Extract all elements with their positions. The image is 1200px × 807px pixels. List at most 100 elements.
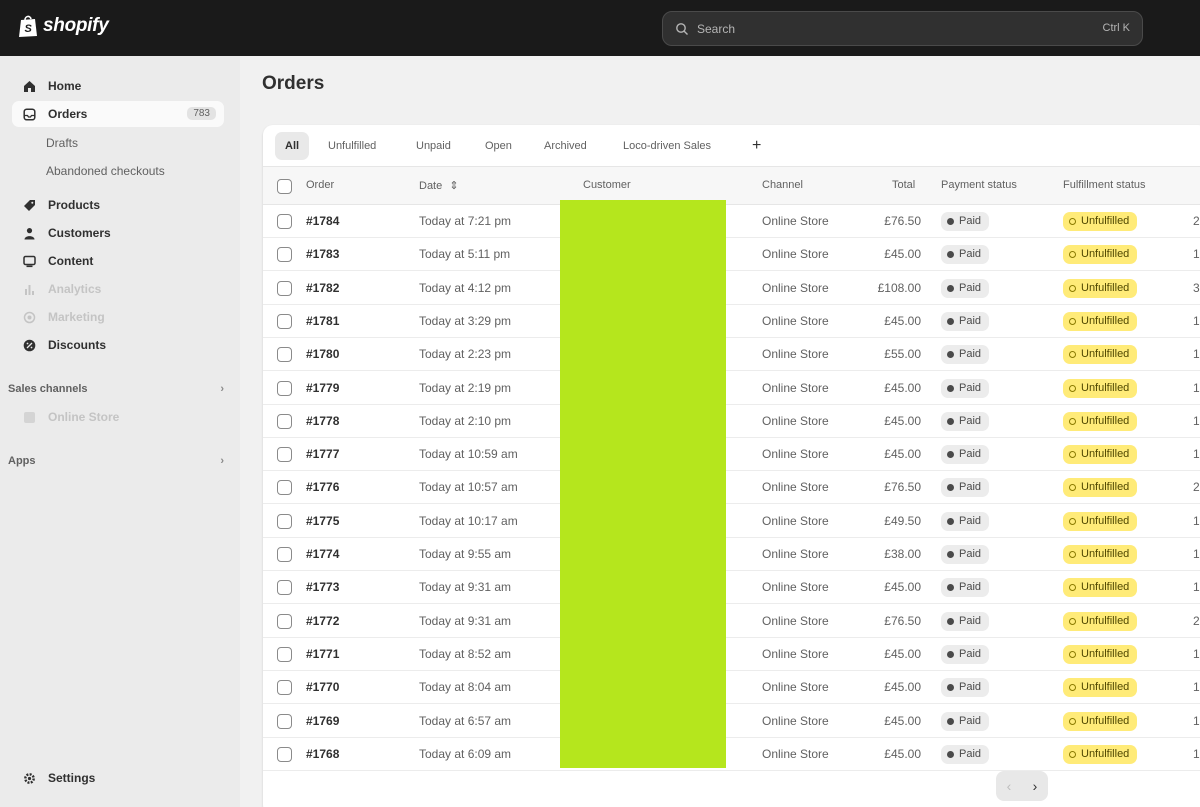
tab-unpaid[interactable]: Unpaid [406,132,461,160]
sidebar-item-settings[interactable]: Settings [12,765,224,791]
table-row[interactable]: #1783 Today at 5:11 pm Online Store £45.00 P… [263,238,1200,272]
sidebar-item-online-store[interactable]: Online Store [12,404,224,430]
sidebar-item-content[interactable]: Content [12,248,224,274]
order-number[interactable]: #1784 [306,214,339,228]
order-items-count: 1 [1193,646,1200,661]
tab-unfulfilled[interactable]: Unfulfilled [318,132,386,160]
row-checkbox[interactable] [277,480,292,496]
table-row[interactable]: #1780 Today at 2:23 pm Online Store £55.00 P… [263,338,1200,372]
row-checkbox[interactable] [277,547,292,562]
order-number[interactable]: #1782 [306,281,339,295]
previous-page-button[interactable]: ‹ [996,771,1022,801]
row-checkbox[interactable] [277,580,292,596]
row-checkbox[interactable] [277,347,292,363]
row-checkbox[interactable] [277,447,292,463]
order-number[interactable]: #1781 [306,314,339,328]
row-checkbox[interactable] [277,646,292,662]
sidebar-item-products[interactable]: Products [12,192,224,218]
row-checkbox[interactable] [277,313,292,329]
sales-channels-label: Sales channels [8,383,88,395]
table-row[interactable]: #1769 Today at 6:57 am Online Store £45.00 P… [263,705,1200,738]
table-row[interactable]: #1770 Today at 8:04 am Online Store £45.00 P… [263,671,1200,705]
order-number[interactable]: #1772 [306,614,339,628]
column-header-customer[interactable]: Customer [583,179,631,191]
sidebar-item-discounts[interactable]: Discounts [12,332,224,358]
row-checkbox[interactable] [277,214,292,229]
sidebar-item-orders[interactable]: Orders 783 [12,101,224,127]
column-header-channel[interactable]: Channel [762,179,803,191]
row-checkbox[interactable] [277,746,292,762]
row-checkbox[interactable] [277,613,292,629]
row-checkbox[interactable] [277,413,292,429]
select-all-checkbox[interactable] [277,179,292,194]
order-number[interactable]: #1771 [306,647,339,661]
row-checkbox[interactable] [277,280,292,296]
row-checkbox[interactable] [277,380,292,396]
table-row[interactable]: #1775 Today at 10:17 am Online Store £49.50… [263,505,1200,538]
order-number[interactable]: #1779 [306,381,339,395]
table-row[interactable]: #1776 Today at 10:57 am Online Store £76.50… [263,471,1200,505]
order-number[interactable]: #1769 [306,714,339,728]
sidebar-item-customers[interactable]: Customers [12,220,224,246]
sidebar-item-analytics[interactable]: Analytics [12,276,224,302]
status-dot-icon [947,650,954,658]
row-checkbox[interactable] [277,247,292,263]
order-number[interactable]: #1768 [306,747,339,761]
order-number[interactable]: #1774 [306,547,339,561]
next-page-button[interactable]: › [1022,771,1048,801]
sidebar-subitem-drafts[interactable]: Drafts [46,136,78,150]
apps-section[interactable]: Apps › [8,455,224,467]
row-checkbox[interactable] [277,680,292,696]
table-row[interactable]: #1772 Today at 9:31 am Online Store £76.50 P… [263,605,1200,638]
table-row[interactable]: #1768 Today at 6:09 am Online Store £45.00 P… [263,738,1200,771]
order-number[interactable]: #1780 [306,347,339,361]
status-dot-icon [947,584,954,592]
tab-archived[interactable]: Archived [534,132,597,160]
search-bar[interactable]: Search Ctrl K [662,11,1143,46]
order-date: Today at 9:31 am [419,580,512,595]
sidebar-subitem-abandoned-checkouts[interactable]: Abandoned checkouts [46,164,165,178]
order-number[interactable]: #1773 [306,580,339,594]
column-header-fulfillment-status[interactable]: Fulfillment status [1063,179,1146,191]
order-number[interactable]: #1783 [306,247,339,261]
table-row[interactable]: #1777 Today at 10:59 am Online Store £45.00… [263,438,1200,472]
order-items-count: 1 [1193,746,1200,761]
table-row[interactable]: #1778 Today at 2:10 pm Online Store £45.00 P… [263,405,1200,438]
table-row[interactable]: #1771 Today at 8:52 am Online Store £45.00 P… [263,638,1200,671]
tab-all[interactable]: All [275,132,310,160]
shopify-logo[interactable]: S shopify [18,14,109,38]
payment-status-badge: Paid [941,644,990,664]
order-total: £45.00 [884,313,921,328]
order-number[interactable]: #1777 [306,447,339,461]
table-row[interactable]: #1779 Today at 2:19 pm Online Store £45.00 P… [263,372,1200,405]
table-row[interactable]: #1774 Today at 9:55 am Online Store £38.00 P… [263,538,1200,571]
column-header-payment-status[interactable]: Payment status [941,179,1017,191]
tab-open[interactable]: Open [475,132,522,160]
column-header-total[interactable]: Total [892,179,915,191]
status-ring-icon [1069,717,1076,725]
order-number[interactable]: #1778 [306,414,339,428]
column-header-order[interactable]: Order [306,179,334,191]
sidebar-item-home[interactable]: Home [12,73,224,99]
row-checkbox[interactable] [277,713,292,729]
table-row[interactable]: #1773 Today at 9:31 am Online Store £45.00 P… [263,571,1200,605]
tab-loco-driven-sales[interactable]: Loco-driven Sales [613,132,721,160]
table-row[interactable]: #1784 Today at 7:21 pm Online Store £76.50 P… [263,205,1200,238]
add-view-button[interactable]: + [752,132,761,160]
table-row[interactable]: #1781 Today at 3:29 pm Online Store £45.00 P… [263,305,1200,338]
status-dot-icon [947,284,954,292]
content-icon [22,254,36,268]
order-total: £38.00 [884,547,921,561]
payment-status-label: Paid [959,681,982,694]
order-channel: Online Store [762,214,829,228]
sidebar-item-marketing[interactable]: Marketing [12,304,224,330]
order-number[interactable]: #1770 [306,680,339,694]
order-number[interactable]: #1775 [306,514,339,528]
column-header-date[interactable]: Date ⇕ [419,179,459,192]
order-items-count: 1 [1193,447,1200,462]
sales-channels-section[interactable]: Sales channels › [8,383,224,395]
row-checkbox[interactable] [277,513,292,529]
order-number[interactable]: #1776 [306,480,339,494]
table-row[interactable]: #1782 Today at 4:12 pm Online Store £108.00… [263,272,1200,305]
fulfillment-status-badge: Unfulfilled [1063,611,1138,631]
